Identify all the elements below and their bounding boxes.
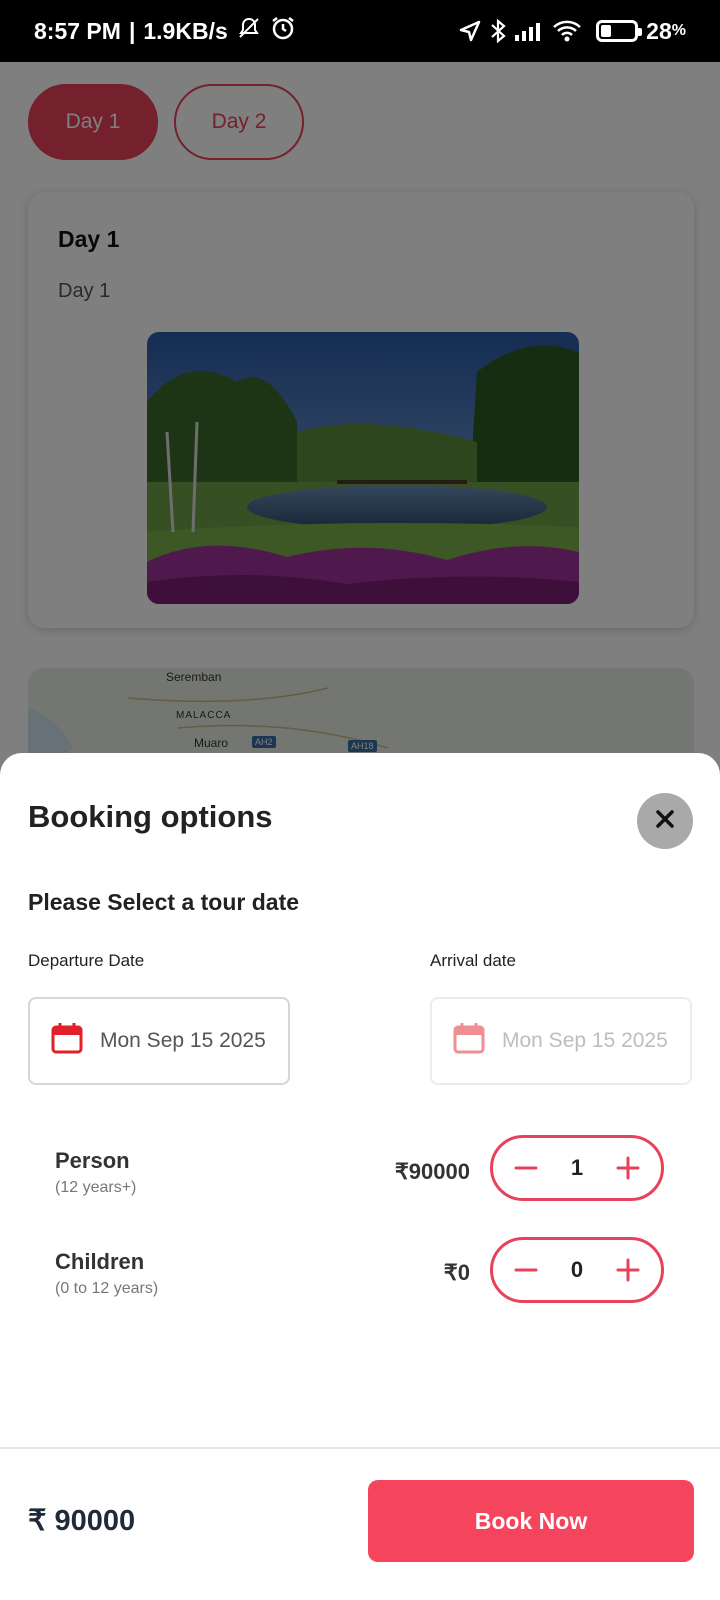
signal-icon (514, 21, 544, 41)
minus-icon (514, 1268, 538, 1272)
children-age-range: (0 to 12 years) (55, 1280, 159, 1297)
total-price: ₹ 90000 (28, 1505, 136, 1537)
wifi-icon (552, 19, 582, 43)
arrival-date-value: Mon Sep 15 2025 (502, 1029, 668, 1052)
person-count: 1 (570, 1155, 584, 1180)
plus-icon (616, 1156, 640, 1180)
departure-date-value: Mon Sep 15 2025 (100, 1029, 266, 1052)
person-label: Person (55, 1148, 130, 1173)
children-decrement-button[interactable] (511, 1255, 541, 1285)
sheet-title: Booking options (28, 799, 273, 834)
location-icon (458, 19, 482, 43)
children-price: ₹0 (443, 1260, 470, 1285)
person-increment-button[interactable] (613, 1153, 643, 1183)
minus-icon (514, 1166, 538, 1170)
person-price: ₹90000 (394, 1159, 470, 1184)
alarm-icon (270, 15, 296, 47)
person-decrement-button[interactable] (511, 1153, 541, 1183)
footer-divider (0, 1447, 720, 1449)
calendar-icon (452, 1021, 486, 1061)
battery-percent: 28% (646, 17, 686, 44)
status-bar: 8:57 PM | 1.9KB/s 28% (0, 0, 720, 62)
person-quantity-stepper: 1 (490, 1135, 664, 1201)
person-age-range: (12 years+) (55, 1179, 137, 1196)
calendar-icon (50, 1021, 84, 1061)
booking-sheet: Booking options Please Select a tour dat… (0, 753, 720, 1600)
mute-notifications-icon (236, 16, 262, 46)
battery-icon (596, 20, 643, 42)
close-icon (654, 808, 676, 835)
book-now-button[interactable]: Book Now (368, 1480, 694, 1562)
children-count: 0 (570, 1257, 584, 1282)
children-increment-button[interactable] (613, 1255, 643, 1285)
arrival-label: Arrival date (430, 951, 516, 970)
departure-label: Departure Date (28, 951, 145, 970)
bluetooth-icon (490, 18, 506, 44)
close-button[interactable] (637, 793, 693, 849)
status-time: 8:57 PM (34, 17, 121, 44)
section-title: Please Select a tour date (28, 889, 300, 915)
status-left: 8:57 PM | 1.9KB/s (34, 15, 296, 47)
status-right: 28% (458, 18, 686, 45)
arrival-date-field[interactable]: Mon Sep 15 2025 (430, 997, 692, 1085)
departure-date-field[interactable]: Mon Sep 15 2025 (28, 997, 290, 1085)
children-quantity-stepper: 0 (490, 1237, 664, 1303)
children-label: Children (55, 1249, 145, 1274)
plus-icon (616, 1258, 640, 1282)
network-speed: 1.9KB/s (143, 17, 228, 44)
